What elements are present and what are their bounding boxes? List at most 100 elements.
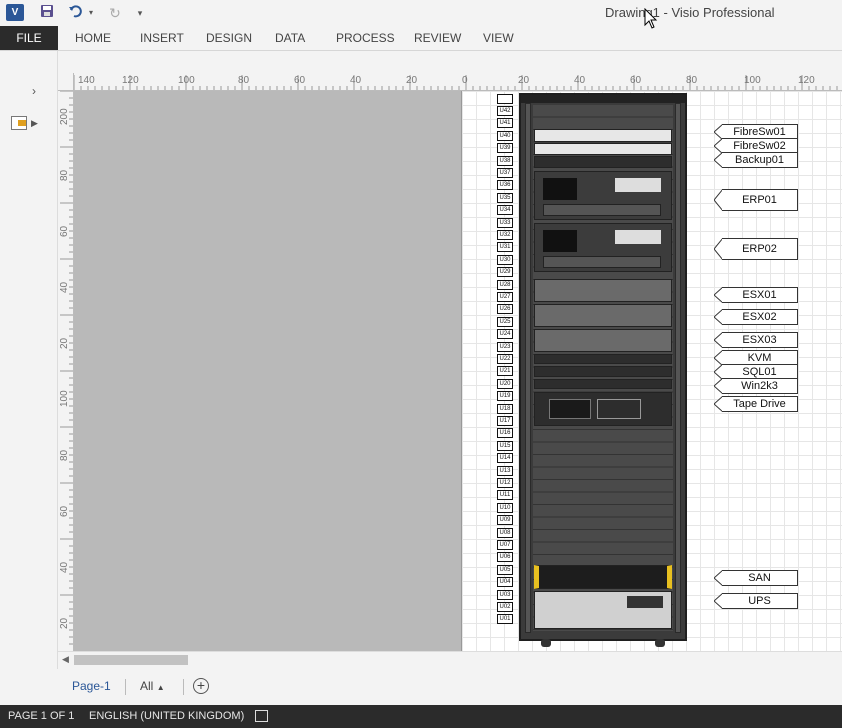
rack-unit-label: U32 xyxy=(497,230,513,240)
macro-record-icon[interactable] xyxy=(255,710,268,722)
drawing-canvas[interactable]: U42 U41 U40 U39 U38 U37 U36 U35 U34 U33 U32 U31 U30 U… xyxy=(74,91,842,651)
device-esx01[interactable] xyxy=(534,279,672,302)
rack-unit-label: U02 xyxy=(497,602,513,612)
tab-data[interactable]: DATA xyxy=(275,26,305,50)
callout-label: ERP01 xyxy=(722,189,798,211)
ruler-label: 60 xyxy=(59,505,70,517)
ruler-label: 20 xyxy=(59,337,70,349)
horizontal-ruler[interactable]: 140 120 100 80 60 40 20 0 20 40 60 80 10… xyxy=(74,73,842,91)
tab-view[interactable]: VIEW xyxy=(483,26,514,50)
undo-icon[interactable] xyxy=(66,3,84,23)
tab-insert[interactable]: INSERT xyxy=(140,26,184,50)
device-sql01[interactable] xyxy=(534,366,672,377)
add-page-icon[interactable]: + xyxy=(193,678,209,694)
ruler-label: 60 xyxy=(294,75,306,86)
server-rack[interactable] xyxy=(519,93,687,647)
ruler-label: 0 xyxy=(462,75,468,86)
ruler-label: 200 xyxy=(59,108,70,125)
tab-home[interactable]: HOME xyxy=(75,26,111,50)
rack-unit-label: U28 xyxy=(497,279,513,290)
ruler-label: 40 xyxy=(59,561,70,573)
rack-top xyxy=(521,95,685,103)
all-pages-tab[interactable]: All ▲ xyxy=(140,679,165,693)
status-bar: PAGE 1 OF 1 ENGLISH (UNITED KINGDOM) xyxy=(0,705,842,728)
device-ups[interactable] xyxy=(534,591,672,629)
rack-unit-label: U38 xyxy=(497,155,513,166)
ribbon-tabs: FILE HOME INSERT DESIGN DATA PROCESS REV… xyxy=(0,26,842,50)
rack-unit-label: U29 xyxy=(497,267,513,278)
rack-unit-label: U06 xyxy=(497,552,513,563)
device-san[interactable] xyxy=(534,565,672,589)
device-win2k3[interactable] xyxy=(534,379,672,389)
rack-unit-label: U24 xyxy=(497,329,513,340)
device-backup01[interactable] xyxy=(534,156,672,168)
rack-unit-label: U12 xyxy=(497,478,513,488)
customize-qat-icon[interactable]: ▾ xyxy=(134,3,146,23)
horizontal-scrollbar[interactable]: ◀ xyxy=(58,651,842,667)
rack-unit-label-blank xyxy=(497,94,513,104)
rack-unit-label: U27 xyxy=(497,292,513,302)
rack-unit-label: U33 xyxy=(497,217,513,228)
tab-process[interactable]: PROCESS xyxy=(336,26,395,50)
device-tape-drive[interactable] xyxy=(534,392,672,426)
device-esx02[interactable] xyxy=(534,304,672,327)
expand-shapes-pane-icon[interactable]: › xyxy=(32,84,36,98)
page-tab-page-1[interactable]: Page-1 xyxy=(72,679,111,693)
rack-unit-label: U11 xyxy=(497,490,513,501)
ribbon-divider xyxy=(0,50,842,51)
device-fibresw01[interactable] xyxy=(534,129,672,142)
callout-label: Tape Drive xyxy=(722,396,798,412)
rack-unit-label: U01 xyxy=(497,614,513,625)
save-icon[interactable] xyxy=(38,3,56,23)
ruler-label: 60 xyxy=(59,225,70,237)
ruler-label: 20 xyxy=(59,617,70,629)
rack-unit-label: U07 xyxy=(497,540,513,550)
redo-icon[interactable]: ↻ xyxy=(106,3,124,23)
tab-file[interactable]: FILE xyxy=(0,26,58,50)
tab-review[interactable]: REVIEW xyxy=(414,26,461,50)
rack-unit-label: U13 xyxy=(497,465,513,476)
rack-unit-label: U08 xyxy=(497,527,513,538)
ruler-corner xyxy=(58,73,74,91)
ruler-label: 40 xyxy=(59,281,70,293)
ruler-label: 100 xyxy=(744,75,761,86)
shapes-pane-collapsed: › ▶ xyxy=(0,51,58,669)
device-erp02[interactable] xyxy=(534,223,672,272)
rack-unit-label: U15 xyxy=(497,440,513,451)
status-language[interactable]: ENGLISH (UNITED KINGDOM) xyxy=(89,710,244,722)
scroll-left-arrow-icon[interactable]: ◀ xyxy=(62,654,69,665)
mouse-cursor-icon xyxy=(644,8,658,29)
rack-unit-label: U22 xyxy=(497,354,513,364)
vertical-ruler[interactable]: 200 80 60 40 20 100 80 60 40 20 xyxy=(58,91,74,651)
rack-unit-label: U16 xyxy=(497,428,513,439)
device-erp01[interactable] xyxy=(534,171,672,220)
ruler-label: 140 xyxy=(78,75,95,86)
device-fibresw02[interactable] xyxy=(534,143,672,155)
device-kvm[interactable] xyxy=(534,354,672,364)
ruler-label: 120 xyxy=(798,75,815,86)
ruler-label: 40 xyxy=(350,75,362,86)
tab-separator xyxy=(125,679,126,695)
callout-label: SAN xyxy=(722,570,798,586)
device-esx03[interactable] xyxy=(534,329,672,352)
shapes-chevron-icon[interactable]: ▶ xyxy=(31,118,38,129)
rack-unit-label: U14 xyxy=(497,453,513,464)
page-tabs-bar: Page-1 All ▲ + xyxy=(0,669,842,705)
tab-design[interactable]: DESIGN xyxy=(206,26,252,50)
rack-unit-label: U31 xyxy=(497,242,513,253)
rack-rail-left xyxy=(525,103,531,633)
rack-unit-label: U39 xyxy=(497,143,513,154)
rack-unit-label: U41 xyxy=(497,118,513,129)
status-page-count[interactable]: PAGE 1 OF 1 xyxy=(8,710,74,722)
ruler-label: 80 xyxy=(686,75,698,86)
callout-label: Win2k3 xyxy=(722,378,798,394)
scroll-thumb[interactable] xyxy=(74,655,188,665)
caret-up-icon: ▲ xyxy=(156,683,165,692)
undo-dropdown-icon[interactable]: ▾ xyxy=(86,3,96,23)
rack-unit-label: U04 xyxy=(497,577,513,588)
rack-unit-label: U30 xyxy=(497,254,513,265)
visio-app-icon[interactable]: V xyxy=(6,4,24,21)
shapes-icon[interactable] xyxy=(11,116,27,130)
rack-unit-label: U19 xyxy=(497,391,513,402)
all-pages-label: All xyxy=(140,679,154,693)
